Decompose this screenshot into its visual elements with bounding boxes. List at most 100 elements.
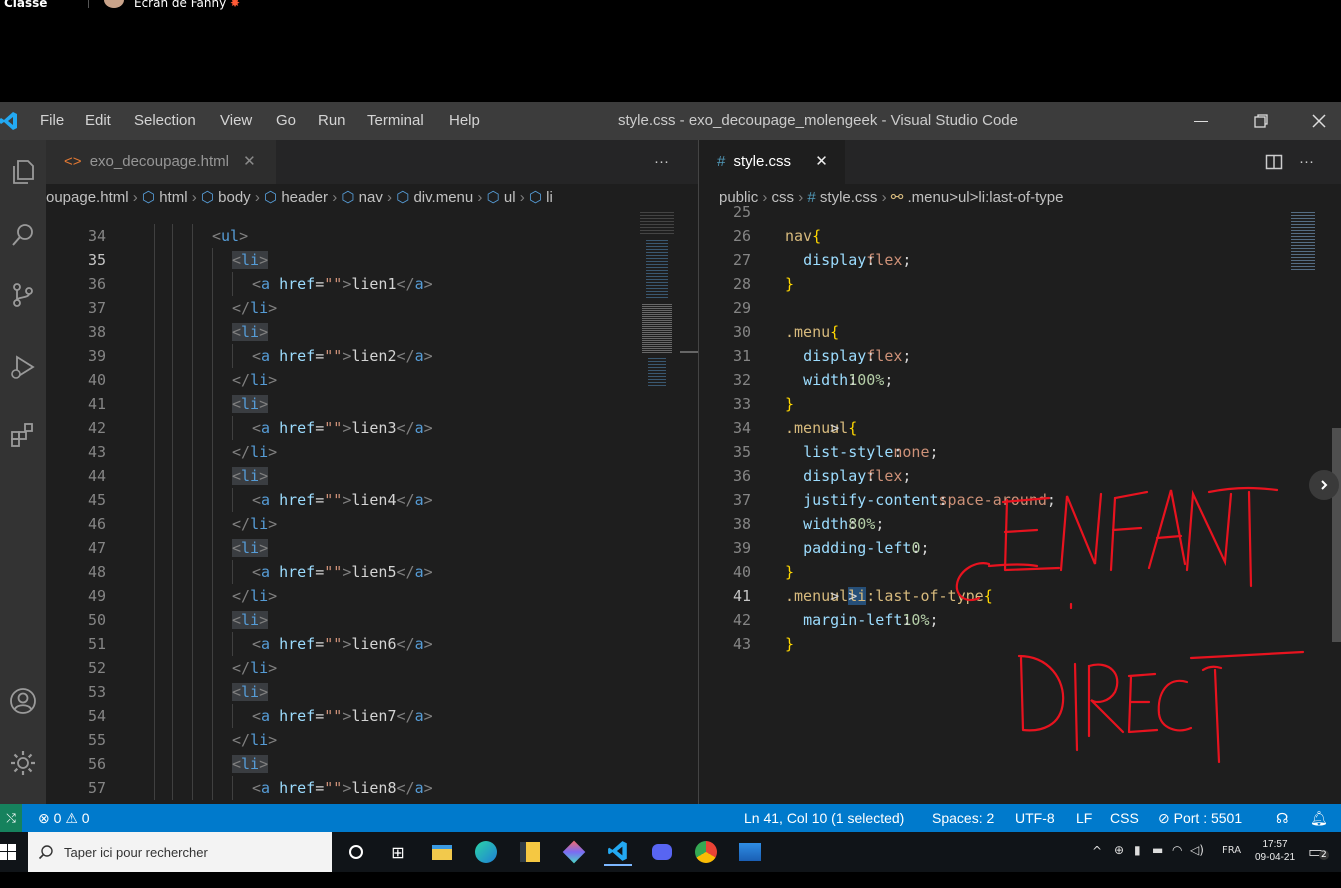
html-code-area[interactable]: 33 <div class="menu"> 34 <ul> 35 <li> 36 <a h… — [46, 212, 636, 804]
encoding[interactable]: UTF-8 — [1015, 804, 1055, 832]
menu-terminal[interactable]: Terminal — [367, 102, 424, 140]
notification-badge: 2 — [1319, 850, 1329, 860]
menu-run[interactable]: Run — [318, 102, 346, 140]
close-button[interactable] — [1296, 102, 1341, 140]
tab-close-icon[interactable]: ✕ — [815, 153, 828, 170]
breadcrumb-header[interactable]: header — [281, 189, 328, 206]
split-editor-button[interactable] — [1265, 153, 1283, 171]
extensions-button[interactable] — [0, 412, 46, 458]
search-view-button[interactable] — [0, 212, 46, 258]
minimap[interactable] — [1291, 212, 1321, 272]
html-file-icon: <> — [64, 153, 82, 170]
taskbar-search[interactable]: Taper ici pour rechercher — [28, 832, 332, 872]
more-actions-button[interactable]: ··· — [654, 140, 669, 184]
minimap[interactable] — [640, 212, 680, 392]
breadcrumb-body[interactable]: body — [218, 189, 251, 206]
line-number: 57 — [87, 779, 106, 797]
sticky-app[interactable] — [516, 838, 544, 866]
task-view-button[interactable]: ⊞ — [384, 838, 412, 866]
menu-go[interactable]: Go — [276, 102, 296, 140]
clock[interactable]: 17:57 09-04-21 — [1250, 838, 1300, 864]
scrollbar-indicator[interactable] — [680, 351, 698, 353]
indent-guide — [154, 656, 155, 680]
end-of-line[interactable]: LF — [1076, 804, 1092, 832]
breadcrumb-li[interactable]: li — [546, 189, 553, 206]
tab-style-css[interactable]: # style.css ✕ — [699, 140, 845, 184]
line-text: <a href="">lien3</a> — [252, 419, 433, 437]
manage-button[interactable] — [0, 740, 46, 786]
live-server-port[interactable]: ⊘ Port : 5501 — [1158, 804, 1242, 832]
start-button[interactable] — [0, 844, 16, 860]
cortana-button[interactable] — [342, 838, 370, 866]
edge-app[interactable] — [472, 838, 500, 866]
close-icon — [1312, 114, 1326, 128]
code-line: 32 width: 100%; — [699, 368, 1289, 392]
cursor-position[interactable]: Ln 41, Col 10 (1 selected) — [744, 804, 904, 832]
problems-indicator[interactable]: ⊗ 0 ⚠ 0 — [38, 804, 90, 832]
expand-panel-button[interactable] — [1309, 470, 1339, 500]
line-number: 28 — [732, 275, 751, 293]
indent-guide — [172, 296, 173, 320]
feedback-icon[interactable]: ☊ — [1276, 804, 1288, 832]
tab-exo-decoupage-html[interactable]: <> exo_decoupage.html ✕ — [46, 140, 276, 184]
battery-icon[interactable]: ▬ — [1152, 843, 1163, 857]
line-number: 45 — [87, 491, 106, 509]
edge-icon — [475, 841, 497, 863]
source-control-button[interactable] — [0, 272, 46, 318]
input-language[interactable]: FRA — [1222, 845, 1241, 856]
code-line: 40 </li> — [46, 368, 636, 392]
code-line: 52 </li> — [46, 656, 636, 680]
breadcrumb-nav[interactable]: nav — [359, 189, 383, 206]
line-text: <li> — [232, 467, 269, 485]
windows-logo-icon — [0, 844, 16, 860]
language-mode[interactable]: CSS — [1110, 804, 1139, 832]
vscode-app[interactable] — [604, 838, 632, 866]
line-number: 33 — [732, 395, 751, 413]
accounts-button[interactable] — [0, 678, 46, 724]
code-line: 45 <a href="">lien4</a> — [46, 488, 636, 512]
line-number: 41 — [87, 395, 106, 413]
file-explorer-app[interactable] — [428, 838, 456, 866]
menu-help[interactable]: Help — [449, 102, 480, 140]
breadcrumb-file[interactable]: oupage.html — [46, 189, 129, 206]
indent-guide — [192, 344, 193, 368]
breadcrumb-div-menu[interactable]: div.menu — [413, 189, 473, 206]
breadcrumb-ul[interactable]: ul — [504, 189, 516, 206]
line-number: 56 — [87, 755, 106, 773]
menu-file[interactable]: File — [40, 102, 64, 140]
photos-app[interactable] — [736, 838, 764, 866]
wifi-icon[interactable]: ◠ — [1172, 843, 1182, 857]
meet-tray-icon[interactable]: ⊕ — [1114, 843, 1124, 857]
line-number: 48 — [87, 563, 106, 581]
more-actions-button[interactable]: ··· — [1299, 140, 1314, 184]
breadcrumb-html[interactable]: html — [159, 189, 187, 206]
tray-chevron-icon[interactable]: ^ — [1092, 844, 1102, 858]
line-number: 39 — [87, 347, 106, 365]
line-text: } — [785, 635, 795, 653]
notifications-bell-icon[interactable]: 🔔︎ — [1310, 804, 1328, 832]
indent-guide — [172, 584, 173, 608]
remote-button[interactable]: ⤭ — [0, 804, 22, 832]
indentation[interactable]: Spaces: 2 — [932, 804, 994, 832]
minimize-button[interactable] — [1178, 102, 1224, 140]
chrome-app[interactable] — [692, 838, 720, 866]
tab-close-icon[interactable]: ✕ — [243, 153, 256, 170]
run-debug-button[interactable] — [0, 344, 46, 390]
volume-icon[interactable]: ◁) — [1190, 843, 1204, 857]
git-app[interactable] — [560, 838, 588, 866]
class-label: Classe — [4, 0, 48, 10]
restore-button[interactable] — [1238, 102, 1284, 140]
line-number: 52 — [87, 659, 106, 677]
explorer-button[interactable] — [0, 148, 46, 194]
microphone-icon[interactable]: ▮ — [1134, 843, 1141, 857]
code-line: 29 — [699, 296, 1289, 320]
line-number: 43 — [732, 635, 751, 653]
menu-view[interactable]: View — [220, 102, 252, 140]
action-center-button[interactable]: ▭ 2 — [1308, 842, 1330, 862]
indent-guide — [192, 632, 193, 656]
menu-selection[interactable]: Selection — [134, 102, 196, 140]
discord-app[interactable] — [648, 838, 676, 866]
line-number: 50 — [87, 611, 106, 629]
menu-edit[interactable]: Edit — [85, 102, 111, 140]
line-text: <li> — [232, 539, 269, 557]
